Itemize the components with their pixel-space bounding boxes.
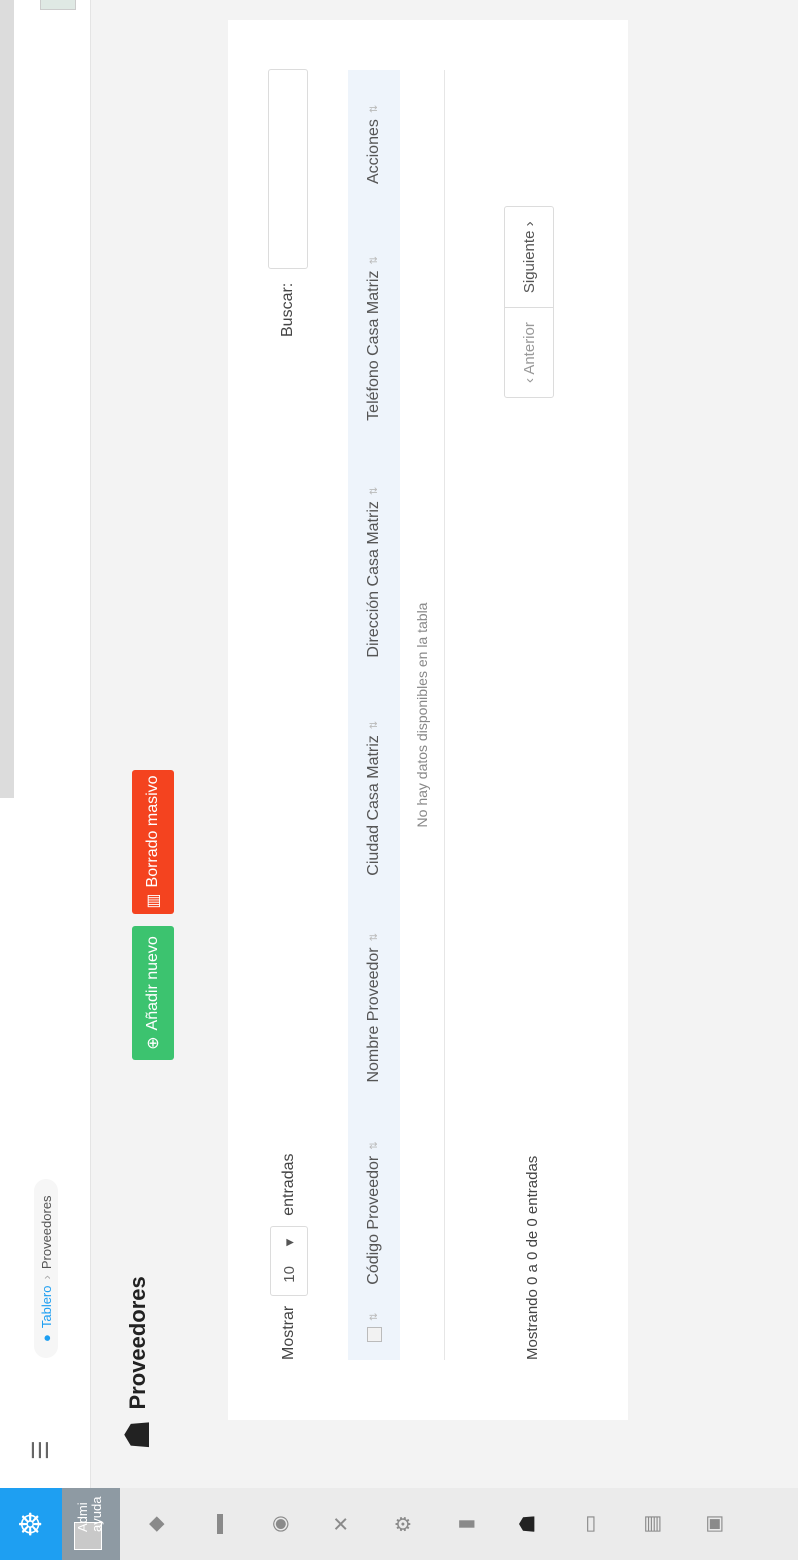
empty-message: No hay datos disponibles en la tabla: [414, 602, 430, 828]
column-header[interactable]: Ciudad Casa Matriz ⇅: [365, 676, 383, 894]
length-value: 10: [280, 1266, 298, 1283]
sort-icon: ⇅: [368, 1141, 380, 1150]
sidebar-item-maintenance[interactable]: ✕: [310, 1488, 372, 1560]
length-control: Mostrar 10 ▾ entradas: [270, 1153, 308, 1360]
previous-page-button[interactable]: ‹ Anterior: [505, 308, 553, 397]
book-icon: ▮: [454, 1518, 477, 1530]
length-label-before: Mostrar: [280, 1305, 297, 1360]
bulk-delete-button[interactable]: ▥ Borrado masivo: [132, 770, 174, 914]
select-all-checkbox[interactable]: [366, 1327, 382, 1342]
length-label-after: entradas: [280, 1153, 297, 1216]
add-new-button[interactable]: ⊕ Añadir nuevo: [132, 926, 174, 1060]
providers-table-card: Mostrar 10 ▾ entradas Buscar: ⇅ Código P…: [228, 20, 628, 1420]
sidebar-item-documents[interactable]: ▮: [434, 1488, 496, 1560]
search-label: Buscar:: [279, 282, 296, 337]
breadcrumb: ● Tablero › Proveedores: [34, 1179, 58, 1358]
app-window: ☸ Admi ayuda ◆ ▬ ◉ ✕ ⚙ ▮ ☗ ▭ ▤ ▣ ☰ ● Tab…: [0, 0, 798, 1560]
report-icon: ▣: [702, 1514, 725, 1534]
pagination: ‹ Anterior Siguiente ›: [504, 206, 554, 398]
next-page-button[interactable]: Siguiente ›: [505, 207, 553, 309]
sidebar-item-providers[interactable]: ☗: [496, 1488, 558, 1560]
sidebar-item-reports[interactable]: ▣: [682, 1488, 744, 1560]
column-header[interactable]: Código Proveedor ⇅: [365, 1101, 383, 1303]
sidebar-item-settings[interactable]: ⚙: [372, 1488, 434, 1560]
ship-wheel-icon[interactable]: ☸: [0, 1488, 62, 1560]
sidebar-item-payments[interactable]: ▭: [558, 1488, 620, 1560]
select-all-header: ⇅: [366, 1303, 382, 1360]
sort-icon: ⇅: [368, 104, 380, 114]
sidebar-item-security[interactable]: ◉: [248, 1488, 310, 1560]
add-new-label: Añadir nuevo: [144, 936, 161, 1031]
shield-icon: ◆: [144, 1516, 167, 1532]
user-menu-avatar[interactable]: [40, 0, 76, 10]
column-header[interactable]: Dirección Casa Matriz ⇅: [365, 439, 383, 676]
home-icon[interactable]: ●: [39, 1334, 54, 1342]
plus-circle-icon: ⊕: [145, 1036, 162, 1050]
sort-icon: ⇅: [368, 720, 380, 730]
gear-icon: ⚙: [392, 1515, 415, 1533]
sidebar-user[interactable]: Admi ayuda: [62, 1488, 120, 1560]
column-header[interactable]: Nombre Proveedor ⇅: [365, 894, 383, 1101]
user-name: Admi ayuda: [75, 1496, 104, 1532]
sort-icon: ⇅: [368, 256, 380, 265]
sort-icon: ⇅: [368, 1312, 380, 1321]
table-header: ⇅ Código Proveedor ⇅ Nombre Proveedor ⇅ Ci…: [348, 70, 400, 1360]
sort-icon: ⇅: [368, 932, 380, 942]
providers-table: ⇅ Código Proveedor ⇅ Nombre Proveedor ⇅ Ci…: [348, 70, 445, 1360]
page-header: ☗ Proveedores: [118, 1276, 158, 1450]
breadcrumb-separator: ›: [38, 1275, 54, 1280]
length-select[interactable]: 10 ▾: [270, 1225, 308, 1296]
trash-icon: ▥: [145, 893, 162, 909]
chevron-down-icon: ▾: [281, 1238, 298, 1247]
users-group-icon: ☗: [516, 1515, 539, 1533]
table-info: Mostrando 0 a 0 de 0 entradas: [524, 1155, 541, 1360]
wrench-icon: ✕: [330, 1515, 353, 1533]
bulk-delete-label: Borrado masivo: [144, 775, 161, 888]
page-title: Proveedores: [125, 1276, 150, 1410]
search-input[interactable]: [268, 68, 308, 269]
hammer-icon: ▬: [205, 1514, 228, 1534]
horizontal-scrollbar[interactable]: [0, 0, 14, 798]
sidebar-item-tools[interactable]: ▬: [186, 1488, 248, 1560]
calendar-icon: ▤: [640, 1514, 663, 1534]
users-group-icon: ☗: [119, 1419, 157, 1450]
lock-icon: ◉: [268, 1515, 291, 1533]
breadcrumb-current: Proveedores: [38, 1195, 54, 1270]
column-header[interactable]: Teléfono Casa Matriz ⇅: [365, 202, 383, 439]
empty-row: No hay datos disponibles en la tabla: [400, 70, 445, 1360]
hamburger-icon[interactable]: ☰: [28, 1440, 54, 1460]
sidebar: ☸ Admi ayuda ◆ ▬ ◉ ✕ ⚙ ▮ ☗ ▭ ▤ ▣: [0, 1488, 798, 1560]
breadcrumb-home[interactable]: Tablero: [39, 1286, 54, 1329]
money-icon: ▭: [578, 1514, 601, 1534]
sidebar-item-dashboard[interactable]: ◆: [124, 1488, 186, 1560]
search-control: Buscar:: [268, 68, 308, 337]
column-header[interactable]: Acciones ⇅: [365, 70, 383, 202]
sort-icon: ⇅: [368, 486, 380, 496]
sidebar-item-calendar[interactable]: ▤: [620, 1488, 682, 1560]
